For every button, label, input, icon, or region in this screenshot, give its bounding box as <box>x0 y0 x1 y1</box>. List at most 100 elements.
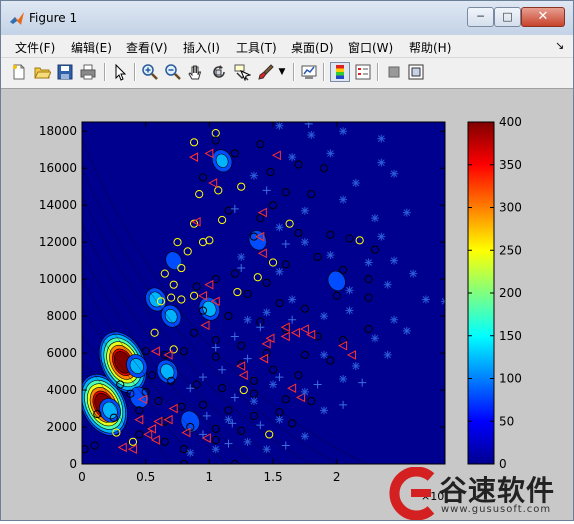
menu-view[interactable]: 查看(V) <box>126 39 168 56</box>
menu-help[interactable]: 帮助(H) <box>409 39 451 56</box>
dock-arrow-icon[interactable]: ↘ <box>555 39 564 52</box>
data-point-star-blue <box>300 238 309 247</box>
menu-bar: 文件(F) 编辑(E) 查看(V) 插入(I) 工具(T) 桌面(D) 窗口(W… <box>1 35 573 58</box>
data-point-star-blue <box>249 171 258 180</box>
data-point-star-blue <box>345 306 354 315</box>
window-title: Figure 1 <box>29 11 78 25</box>
zoom-in-icon[interactable] <box>141 63 159 81</box>
data-point-star-blue <box>275 223 284 232</box>
data-point-star-blue <box>320 312 328 321</box>
data-point-star-blue <box>383 350 392 359</box>
data-point-star-blue <box>377 134 386 143</box>
rotate-3d-icon[interactable] <box>210 63 228 81</box>
data-point-star-blue <box>275 122 284 130</box>
print-icon[interactable] <box>79 63 97 81</box>
data-point-star-blue <box>351 179 360 188</box>
colorbar-icon[interactable] <box>330 62 350 82</box>
data-point-star-blue <box>370 214 379 223</box>
data-point-star-blue <box>211 445 220 454</box>
brush-dropdown-icon[interactable]: ▼ <box>277 67 287 85</box>
data-point-star-blue <box>402 326 411 335</box>
data-point-star-blue <box>262 445 271 454</box>
data-point-star-blue <box>269 380 278 389</box>
legend-icon[interactable] <box>354 63 372 81</box>
menu-insert[interactable]: 插入(I) <box>183 39 220 56</box>
new-figure-icon[interactable] <box>10 63 28 81</box>
title-bar[interactable]: Figure 1 ─ □ ✕ <box>1 1 573 35</box>
minimize-button[interactable]: ─ <box>467 7 494 27</box>
toolbar-separator <box>293 63 295 81</box>
show-plot-tools-icon[interactable] <box>407 63 425 81</box>
y-tick-label: 4000 <box>46 383 77 397</box>
x-tick-label: 2 <box>333 470 341 484</box>
open-file-icon[interactable] <box>33 63 51 81</box>
menu-desktop[interactable]: 桌面(D) <box>291 39 334 56</box>
contour-plot[interactable]: 0 0.5 1 1.5 2 0 2000 4000 6000 8000 10000 12000 140… <box>1 89 573 520</box>
menu-edit[interactable]: 编辑(E) <box>71 39 112 56</box>
y-tick-label: 8000 <box>46 309 77 323</box>
watermark: 谷速软件 www.gususoft.com <box>387 467 573 520</box>
zoom-out-icon[interactable] <box>164 63 182 81</box>
data-point-star-blue <box>339 195 348 204</box>
close-button[interactable]: ✕ <box>521 7 565 27</box>
data-point-star-blue <box>402 208 411 217</box>
data-point-star-blue <box>326 251 335 260</box>
y-tick-label: 18000 <box>39 124 77 138</box>
data-point-star-blue <box>300 387 309 396</box>
y-tick-label: 14000 <box>39 198 77 212</box>
data-point-star-blue <box>320 350 328 359</box>
colorbar-tick-label: 50 <box>499 414 514 428</box>
colorbar-tick-label: 300 <box>499 201 522 215</box>
data-point-star-blue <box>377 158 386 167</box>
colorbar-tick-label: 150 <box>499 329 522 343</box>
x-tick-label: 0 <box>78 470 86 484</box>
y-tick-label: 12000 <box>39 235 77 249</box>
link-plot-icon[interactable] <box>300 63 318 81</box>
watermark-title: 谷速软件 <box>439 474 556 507</box>
data-point-star-blue <box>262 308 271 317</box>
y-tick-label: 10000 <box>39 272 77 286</box>
figure-toolbar: ▼ <box>1 58 573 89</box>
toolbar-separator <box>377 63 379 81</box>
data-point-star-blue <box>275 415 284 424</box>
close-icon: ✕ <box>537 9 549 24</box>
matlab-logo-icon <box>10 12 24 25</box>
save-icon[interactable] <box>56 63 74 81</box>
pan-hand-icon[interactable] <box>187 63 205 81</box>
hide-plot-tools-icon[interactable] <box>385 63 403 81</box>
x-tick-label: 0.5 <box>136 470 155 484</box>
data-point-star-blue <box>339 127 348 136</box>
brush-icon[interactable] <box>257 63 275 81</box>
toolbar-separator <box>323 63 325 81</box>
data-point-star-blue <box>377 232 386 241</box>
menu-window[interactable]: 窗口(W) <box>348 39 393 56</box>
maximize-button[interactable]: □ <box>494 7 521 27</box>
watermark-url: www.gususoft.com <box>441 504 552 515</box>
data-point-star-blue <box>224 415 233 424</box>
data-point-star-blue <box>326 149 335 158</box>
menu-tools[interactable]: 工具(T) <box>236 39 277 56</box>
data-point-star-blue <box>307 130 316 139</box>
data-point-star-blue <box>339 374 348 383</box>
menu-file[interactable]: 文件(F) <box>15 39 55 56</box>
data-point-star-blue <box>351 362 360 371</box>
data-point-star-blue <box>300 206 309 215</box>
data-point-star-blue <box>390 315 399 324</box>
colorbar-tick-label: 200 <box>499 286 522 300</box>
minimize-icon: ─ <box>477 10 484 23</box>
data-cursor-icon[interactable] <box>233 63 251 81</box>
data-point-star-blue <box>243 437 252 446</box>
maximize-icon: □ <box>502 10 513 23</box>
data-point-star-blue <box>300 432 309 441</box>
data-point-star-blue <box>288 153 297 162</box>
figure-canvas: 0 0.5 1 1.5 2 0 2000 4000 6000 8000 10000 12000 140… <box>1 89 573 520</box>
x-tick-label: 1 <box>206 470 214 484</box>
watermark-logo-icon <box>389 467 435 520</box>
data-point-star-blue <box>383 280 392 289</box>
data-point-star-blue <box>390 169 399 178</box>
edit-plot-arrow-icon[interactable] <box>111 63 129 81</box>
y-tick-label: 0 <box>69 457 77 471</box>
data-point-star-blue <box>243 315 252 324</box>
y-tick-label: 16000 <box>39 161 77 175</box>
y-tick-label: 2000 <box>46 420 77 434</box>
